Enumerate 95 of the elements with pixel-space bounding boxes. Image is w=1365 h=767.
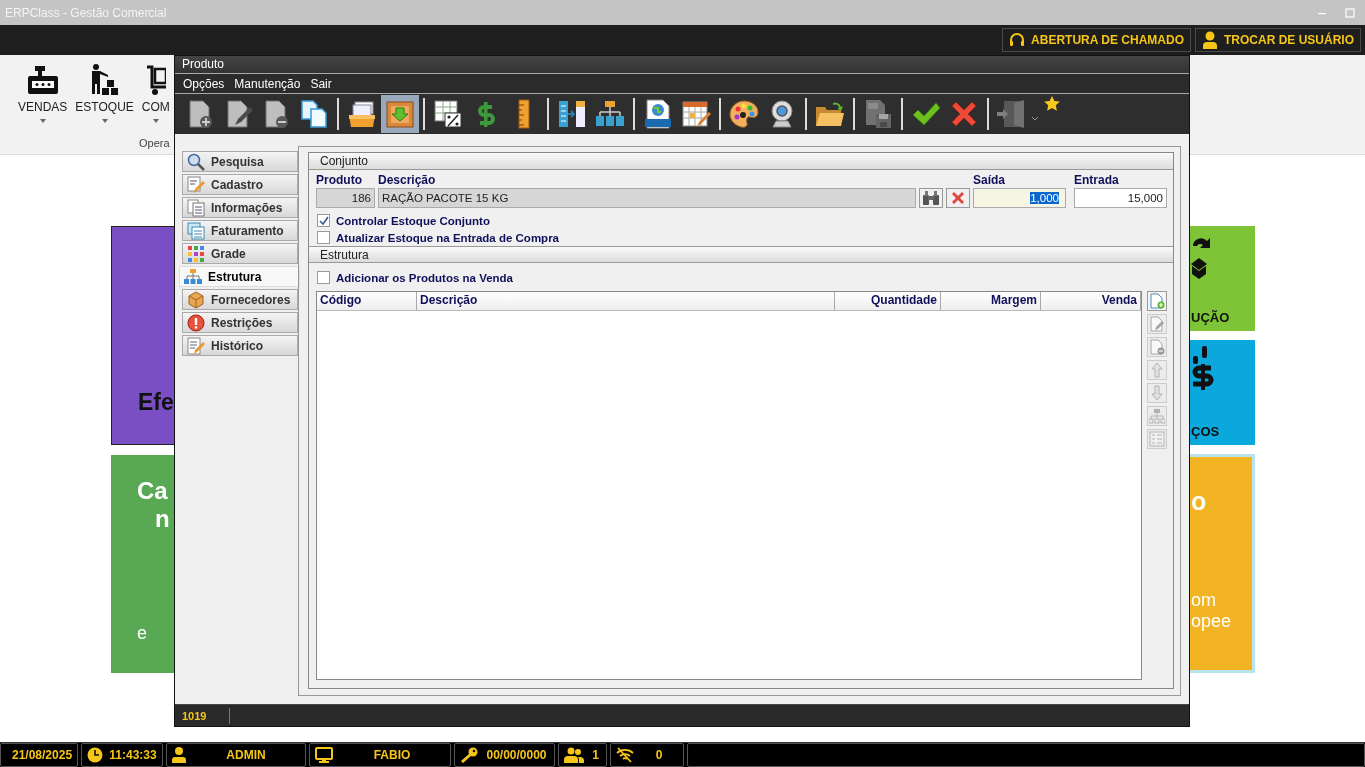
list-icon — [1149, 431, 1165, 447]
user-icon — [172, 747, 186, 763]
ribbon-button[interactable]: ESTOQUE — [73, 63, 136, 123]
nav-tab[interactable]: Fornecedores — [182, 289, 298, 310]
notepad-pencil-icon — [187, 336, 205, 355]
color-grid-icon — [187, 244, 205, 263]
menu-item[interactable]: Opções — [179, 76, 229, 91]
column-header[interactable]: Margem — [941, 292, 1041, 310]
window-title: Produto — [182, 57, 225, 71]
star-icon — [1044, 96, 1060, 112]
hierarchy-icon — [595, 99, 625, 129]
card-tray-icon — [347, 99, 377, 129]
exit-icon — [996, 99, 1040, 129]
checkbox[interactable] — [317, 231, 330, 244]
header-button[interactable]: TROCAR DE USUÁRIO — [1195, 28, 1361, 52]
column-header[interactable]: Código — [317, 292, 417, 310]
web-page-icon — [643, 99, 673, 129]
column-header[interactable]: Venda — [1041, 292, 1141, 310]
cancel-icon — [949, 99, 979, 129]
checkbox[interactable] — [317, 214, 330, 227]
form-pencil-icon — [187, 175, 205, 194]
cash-register-icon — [25, 63, 60, 97]
add-document-icon — [1149, 293, 1165, 309]
clock-icon — [87, 747, 103, 763]
columns-icon — [557, 99, 587, 129]
status-value: FABIO — [372, 748, 412, 762]
nav-tab[interactable]: Pesquisa — [182, 151, 298, 172]
caret-icon — [39, 119, 46, 123]
field-label: Descrição — [378, 173, 437, 187]
ribbon-group-label: Opera — [139, 137, 170, 149]
hierarchy-icon — [1149, 408, 1165, 424]
caret-icon — [152, 119, 159, 123]
column-header[interactable]: Quantidade — [835, 292, 941, 310]
menu-item[interactable]: Manutenção — [230, 76, 305, 91]
status-value: 21/08/2025 — [12, 748, 73, 762]
users-icon — [564, 747, 584, 763]
binoculars-icon — [922, 190, 940, 206]
close-icon — [951, 191, 965, 205]
status-value: 11:43:33 — [109, 748, 157, 762]
hierarchy-icon — [184, 267, 202, 286]
stacked-cards-icon — [187, 221, 205, 240]
status-value: 00/00/0000 — [485, 748, 548, 762]
palette-icon — [729, 99, 759, 129]
status-value: 1 — [591, 748, 600, 762]
dashboard-tile[interactable]: ÇOS — [1189, 340, 1255, 445]
wifi-off-icon — [616, 747, 634, 763]
field-label: Entrada — [1074, 173, 1120, 187]
ribbon-button[interactable]: COM — [139, 63, 172, 123]
headset-icon — [1009, 32, 1026, 48]
nav-tab[interactable]: Histórico — [182, 335, 298, 356]
nav-tab[interactable]: Informações — [182, 197, 298, 218]
caret-icon — [101, 119, 108, 123]
arrow-down-icon — [1149, 385, 1165, 401]
nav-tab[interactable]: Cadastro — [182, 174, 298, 195]
status-value: ADMIN — [225, 748, 267, 762]
cart-icon — [145, 63, 166, 97]
nav-tab[interactable]: Grade — [182, 243, 298, 264]
input-field[interactable]: 1,000 — [973, 188, 1066, 208]
user-icon — [1202, 31, 1218, 49]
section-title: Estrutura — [320, 248, 369, 262]
copy-icon — [299, 99, 329, 129]
document-list-icon — [187, 198, 205, 217]
key-icon — [460, 747, 478, 763]
search-button[interactable] — [919, 188, 943, 208]
nav-tab[interactable]: Restrições — [182, 312, 298, 333]
record-number: 1019 — [181, 709, 208, 722]
ribbon-button[interactable]: VENDAS — [16, 63, 70, 123]
checkbox-label[interactable]: Atualizar Estoque na Entrada de Compra — [336, 231, 559, 244]
box-download-icon — [385, 99, 415, 129]
monitor-icon — [315, 747, 333, 763]
table-percent-icon — [433, 99, 463, 129]
dashboard-tile[interactable]: UÇÃO — [1189, 226, 1255, 331]
status-value: 0 — [654, 748, 664, 762]
clear-button[interactable] — [946, 188, 970, 208]
section-title: Conjunto — [320, 154, 369, 168]
column-header[interactable]: Descrição — [417, 292, 835, 310]
search-icon — [187, 152, 205, 171]
add-button[interactable] — [1147, 291, 1167, 311]
checkbox[interactable] — [317, 271, 330, 284]
nav-tab[interactable]: Estrutura — [179, 266, 300, 287]
box-cart-icon — [187, 290, 205, 309]
calendar-icon — [681, 99, 711, 129]
menu-item[interactable]: Sair — [306, 76, 336, 91]
edit-document-icon — [1149, 316, 1165, 332]
warning-icon — [187, 313, 205, 332]
checkbox-label[interactable]: Adicionar os Produtos na Venda — [336, 271, 513, 284]
header-button[interactable]: ABERTURA DE CHAMADO — [1002, 28, 1191, 52]
delete-document-icon — [1149, 339, 1165, 355]
field-label: Saída — [973, 173, 1006, 187]
arrow-up-icon — [1149, 362, 1165, 378]
checkbox-label[interactable]: Controlar Estoque Conjunto — [336, 214, 490, 227]
field-label: Produto — [316, 173, 363, 187]
csv-file-icon — [863, 99, 893, 129]
input-field[interactable]: 15,000 — [1074, 188, 1167, 208]
nav-tab[interactable]: Faturamento — [182, 220, 298, 241]
